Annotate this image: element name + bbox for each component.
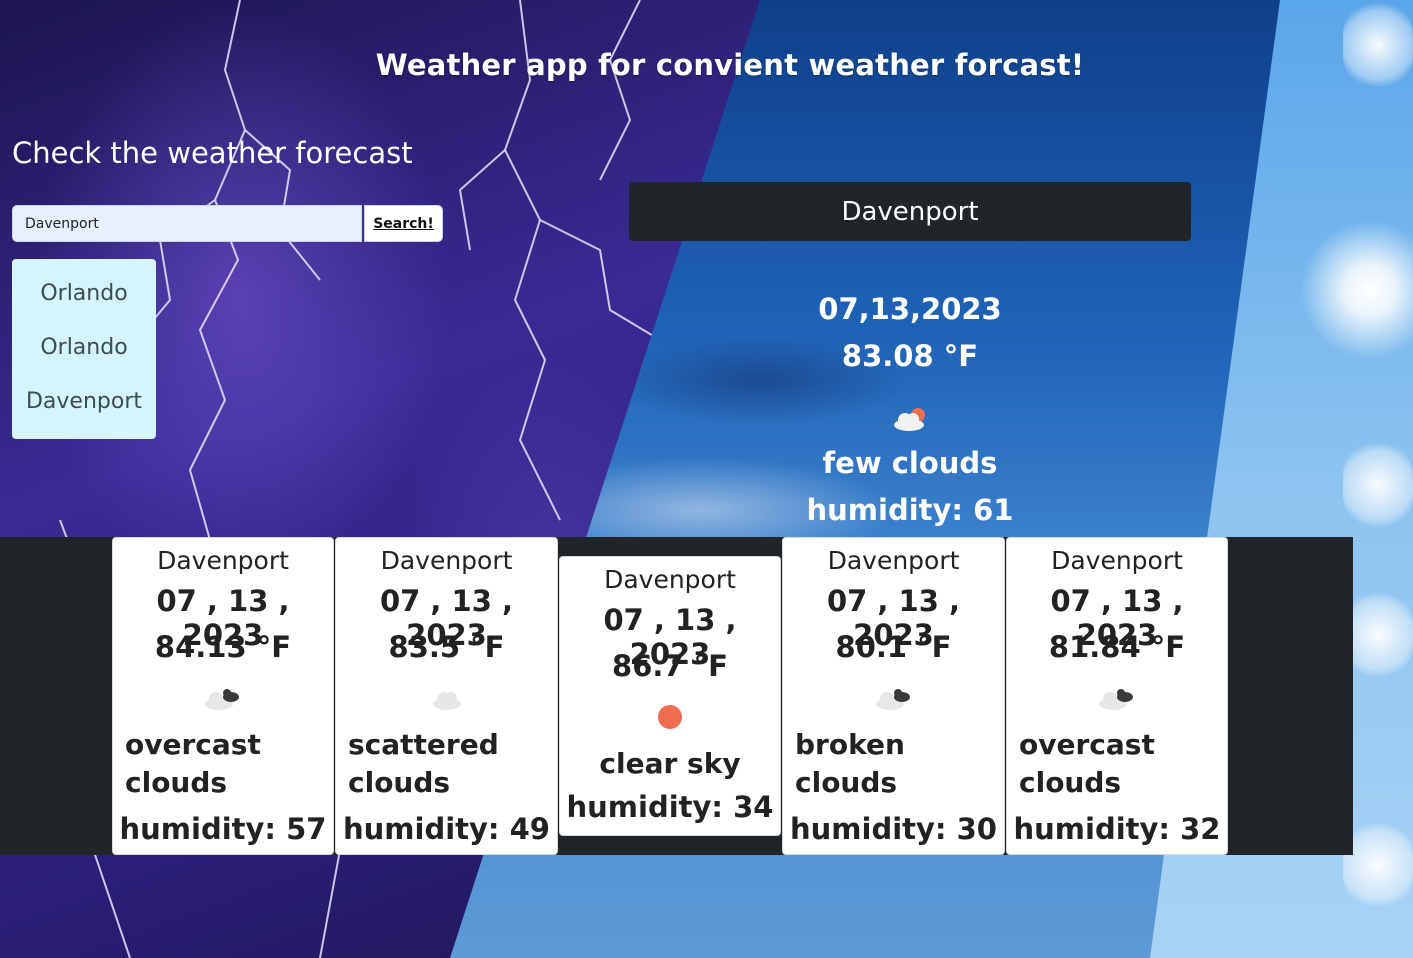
forecast-description: clear sky: [599, 747, 741, 780]
forecast-temperature: 84.13 °F: [154, 630, 292, 664]
forecast-temperature: 83.5 °F: [388, 630, 505, 664]
clear-sky-icon: [658, 705, 682, 729]
search-button[interactable]: Search!: [364, 205, 443, 242]
forecast-humidity: humidity: 32: [1013, 812, 1221, 846]
forecast-description: scattered clouds: [348, 728, 499, 799]
few-clouds-icon: [894, 408, 925, 431]
forecast-city: Davenport: [157, 546, 289, 575]
forecast-card: Davenport 07 , 13 , 2023 83.5 °F scatter…: [335, 537, 558, 855]
forecast-humidity: humidity: 57: [119, 812, 327, 846]
forecast-temperature: 81.84 °F: [1048, 630, 1186, 664]
page-title: Weather app for convient weather forcast…: [375, 48, 1085, 82]
forecast-card: Davenport 07 , 13 , 2023 84.13 °F overca…: [112, 537, 334, 855]
forecast-temperature: 86.7 °F: [612, 649, 728, 683]
current-city-banner: Davenport: [629, 182, 1191, 241]
current-description: few clouds: [822, 446, 998, 480]
forecast-card: Davenport 07 , 13 , 2023 86.7 °F clear s…: [559, 556, 781, 836]
forecast-city: Davenport: [827, 546, 960, 575]
search-history: Orlando Orlando Davenport: [12, 259, 156, 439]
history-item[interactable]: Orlando: [12, 267, 156, 321]
current-temperature: 83.08 °F: [841, 339, 979, 373]
forecast-description: overcast clouds: [1019, 728, 1155, 799]
cloud-decoration: [1343, 590, 1413, 680]
cloud-decoration: [1343, 440, 1413, 530]
forecast-humidity: humidity: 30: [790, 812, 997, 846]
history-item[interactable]: Davenport: [12, 375, 156, 429]
cloud-decoration: [1343, 820, 1413, 910]
broken-clouds-icon: [875, 689, 910, 710]
search-input[interactable]: [12, 205, 362, 242]
forecast-description: broken clouds: [795, 728, 905, 799]
forecast-card: Davenport 07 , 13 , 2023 81.84 °F overca…: [1006, 537, 1228, 855]
forecast-city: Davenport: [380, 546, 513, 575]
current-humidity: humidity: 61: [806, 493, 1014, 527]
overcast-clouds-icon: [205, 689, 239, 710]
forecast-card: Davenport 07 , 13 , 2023 80.1 °F broken …: [782, 537, 1005, 855]
forecast-temperature: 80.1 °F: [835, 630, 952, 664]
overcast-clouds-icon: [1099, 689, 1133, 710]
section-title: Check the weather forecast: [12, 136, 413, 170]
scattered-clouds-icon: [432, 692, 461, 710]
forecast-city: Davenport: [604, 565, 736, 594]
history-item[interactable]: Orlando: [12, 321, 156, 375]
forecast-description: overcast clouds: [125, 728, 261, 799]
current-date: 07,13,2023: [818, 292, 1002, 326]
forecast-city: Davenport: [1051, 546, 1183, 575]
forecast-humidity: humidity: 49: [343, 812, 550, 846]
forecast-humidity: humidity: 34: [566, 790, 774, 824]
